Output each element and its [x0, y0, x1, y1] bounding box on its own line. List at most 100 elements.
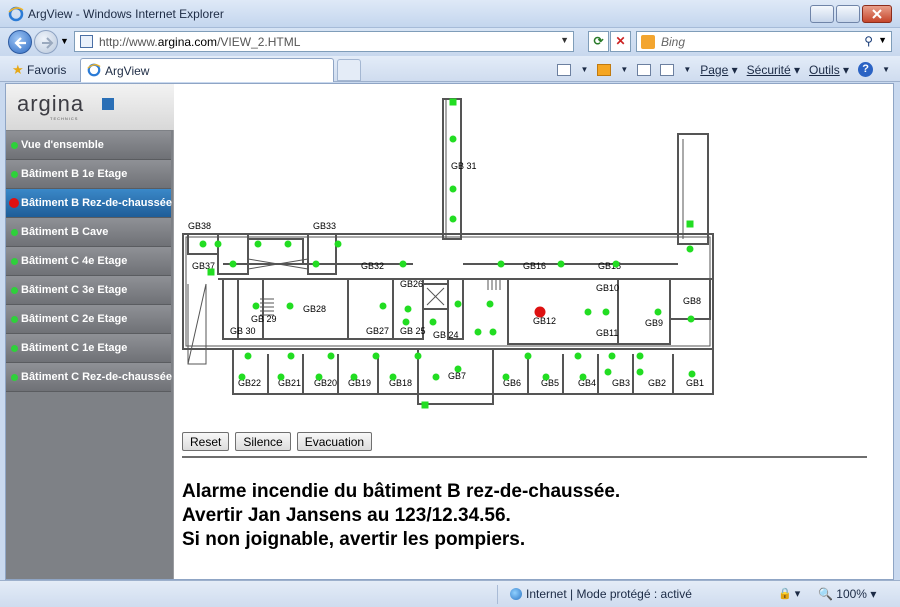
forward-button[interactable]: [34, 30, 58, 54]
print-icon[interactable]: [660, 63, 675, 76]
protected-mode-icon[interactable]: 🔒 ▾: [778, 587, 800, 600]
address-bar[interactable]: http://www.argina.com/VIEW_2.HTML ▼: [74, 31, 574, 52]
smoke-detector-icon[interactable]: [379, 302, 387, 310]
smoke-detector-icon[interactable]: [229, 260, 237, 268]
floor-plan: GB38 GB33GB37 GB32 GB16 GB15GB26 GB10GB8GB28G…: [182, 98, 714, 409]
evacuation-button[interactable]: Evacuation: [296, 432, 373, 451]
smoke-detector-icon[interactable]: [404, 305, 412, 313]
smoke-detector-icon[interactable]: [454, 365, 462, 373]
smoke-detector-icon[interactable]: [254, 240, 262, 248]
manual-call-point-icon[interactable]: [449, 98, 457, 106]
address-dropdown-icon[interactable]: ▼: [560, 35, 569, 45]
smoke-detector-icon[interactable]: [654, 308, 662, 316]
smoke-detector-icon[interactable]: [287, 352, 295, 360]
tools-menu[interactable]: Outils ▾: [809, 63, 849, 77]
sidebar-item-6[interactable]: Bâtiment C 2e Etage: [6, 305, 171, 334]
smoke-detector-icon[interactable]: [429, 318, 437, 326]
sidebar-item-7[interactable]: Bâtiment C 1e Etage: [6, 334, 171, 363]
smoke-detector-icon[interactable]: [454, 300, 462, 308]
smoke-detector-icon[interactable]: [686, 245, 694, 253]
sidebar: argina TECHNICS Vue d'ensemble Bâtiment B…: [6, 84, 174, 579]
ok-status-icon: [11, 316, 18, 323]
smoke-detector-icon[interactable]: [524, 352, 532, 360]
smoke-detector-icon[interactable]: [502, 373, 510, 381]
sidebar-item-4[interactable]: Bâtiment C 4e Etage: [6, 247, 171, 276]
smoke-detector-icon[interactable]: [604, 368, 612, 376]
smoke-detector-icon[interactable]: [199, 240, 207, 248]
help-icon[interactable]: ?: [858, 62, 874, 77]
smoke-detector-icon[interactable]: [449, 185, 457, 193]
maximize-button[interactable]: [836, 5, 860, 23]
minimize-button[interactable]: [810, 5, 834, 23]
ok-status-icon: [11, 374, 18, 381]
smoke-detector-icon[interactable]: [238, 373, 246, 381]
mail-icon[interactable]: [637, 63, 652, 76]
smoke-detector-icon[interactable]: [334, 240, 342, 248]
silence-button[interactable]: Silence: [235, 432, 291, 451]
smoke-detector-icon[interactable]: [602, 308, 610, 316]
sidebar-item-5[interactable]: Bâtiment C 3e Etage: [6, 276, 171, 305]
smoke-detector-icon[interactable]: [277, 373, 285, 381]
tab-argview[interactable]: ArgView: [80, 58, 334, 82]
smoke-detector-icon[interactable]: [557, 260, 565, 268]
search-dropdown-icon[interactable]: ▼: [878, 35, 887, 45]
sidebar-item-0[interactable]: Vue d'ensemble: [6, 131, 171, 160]
search-box[interactable]: Bing ⚲ ▼: [636, 31, 892, 52]
smoke-detector-icon[interactable]: [372, 352, 380, 360]
search-icon[interactable]: ⚲: [864, 34, 873, 48]
smoke-detector-icon[interactable]: [414, 352, 422, 360]
smoke-detector-icon[interactable]: [399, 260, 407, 268]
home-icon[interactable]: [557, 63, 572, 76]
smoke-detector-icon[interactable]: [579, 373, 587, 381]
manual-call-point-icon[interactable]: [421, 401, 429, 409]
smoke-detector-icon[interactable]: [497, 260, 505, 268]
alarm-detector-icon[interactable]: [534, 306, 546, 318]
manual-call-point-icon[interactable]: [686, 220, 694, 228]
smoke-detector-icon[interactable]: [432, 373, 440, 381]
smoke-detector-icon[interactable]: [542, 373, 550, 381]
smoke-detector-icon[interactable]: [284, 240, 292, 248]
page-menu[interactable]: Page ▾: [700, 63, 737, 77]
smoke-detector-icon[interactable]: [350, 373, 358, 381]
smoke-detector-icon[interactable]: [244, 352, 252, 360]
security-zone[interactable]: Internet | Mode protégé : activé: [510, 587, 692, 601]
feeds-icon[interactable]: [597, 63, 612, 76]
smoke-detector-icon[interactable]: [612, 260, 620, 268]
smoke-detector-icon[interactable]: [286, 302, 294, 310]
smoke-detector-icon[interactable]: [449, 215, 457, 223]
history-dropdown-icon[interactable]: ▼: [60, 36, 69, 46]
smoke-detector-icon[interactable]: [687, 315, 695, 323]
smoke-detector-icon[interactable]: [449, 135, 457, 143]
manual-call-point-icon[interactable]: [207, 268, 215, 276]
stop-icon[interactable]: ✕: [610, 31, 631, 52]
smoke-detector-icon[interactable]: [486, 300, 494, 308]
smoke-detector-icon[interactable]: [402, 318, 410, 326]
smoke-detector-icon[interactable]: [584, 308, 592, 316]
reset-button[interactable]: Reset: [182, 432, 230, 451]
smoke-detector-icon[interactable]: [636, 352, 644, 360]
smoke-detector-icon[interactable]: [312, 260, 320, 268]
favorites-button[interactable]: ★ Favoris: [12, 62, 66, 78]
smoke-detector-icon[interactable]: [608, 352, 616, 360]
smoke-detector-icon[interactable]: [489, 328, 497, 336]
room-label: GB3: [612, 378, 630, 388]
smoke-detector-icon[interactable]: [574, 352, 582, 360]
smoke-detector-icon[interactable]: [214, 240, 222, 248]
smoke-detector-icon[interactable]: [315, 373, 323, 381]
smoke-detector-icon[interactable]: [636, 368, 644, 376]
smoke-detector-icon[interactable]: [389, 373, 397, 381]
back-button[interactable]: [8, 30, 32, 54]
sidebar-item-2[interactable]: Bâtiment B Rez-de-chaussée: [6, 189, 172, 218]
new-tab-button[interactable]: [337, 59, 361, 81]
sidebar-item-8[interactable]: Bâtiment C Rez-de-chaussée: [6, 363, 172, 392]
smoke-detector-icon[interactable]: [252, 302, 260, 310]
smoke-detector-icon[interactable]: [474, 328, 482, 336]
security-menu[interactable]: Sécurité ▾: [747, 63, 800, 77]
refresh-icon[interactable]: ⟳: [588, 31, 609, 52]
close-button[interactable]: [862, 5, 892, 23]
zoom-control[interactable]: 🔍 100% ▾: [818, 587, 876, 601]
smoke-detector-icon[interactable]: [327, 352, 335, 360]
smoke-detector-icon[interactable]: [688, 370, 696, 378]
sidebar-item-1[interactable]: Bâtiment B 1e Etage: [6, 160, 171, 189]
sidebar-item-3[interactable]: Bâtiment B Cave: [6, 218, 171, 247]
